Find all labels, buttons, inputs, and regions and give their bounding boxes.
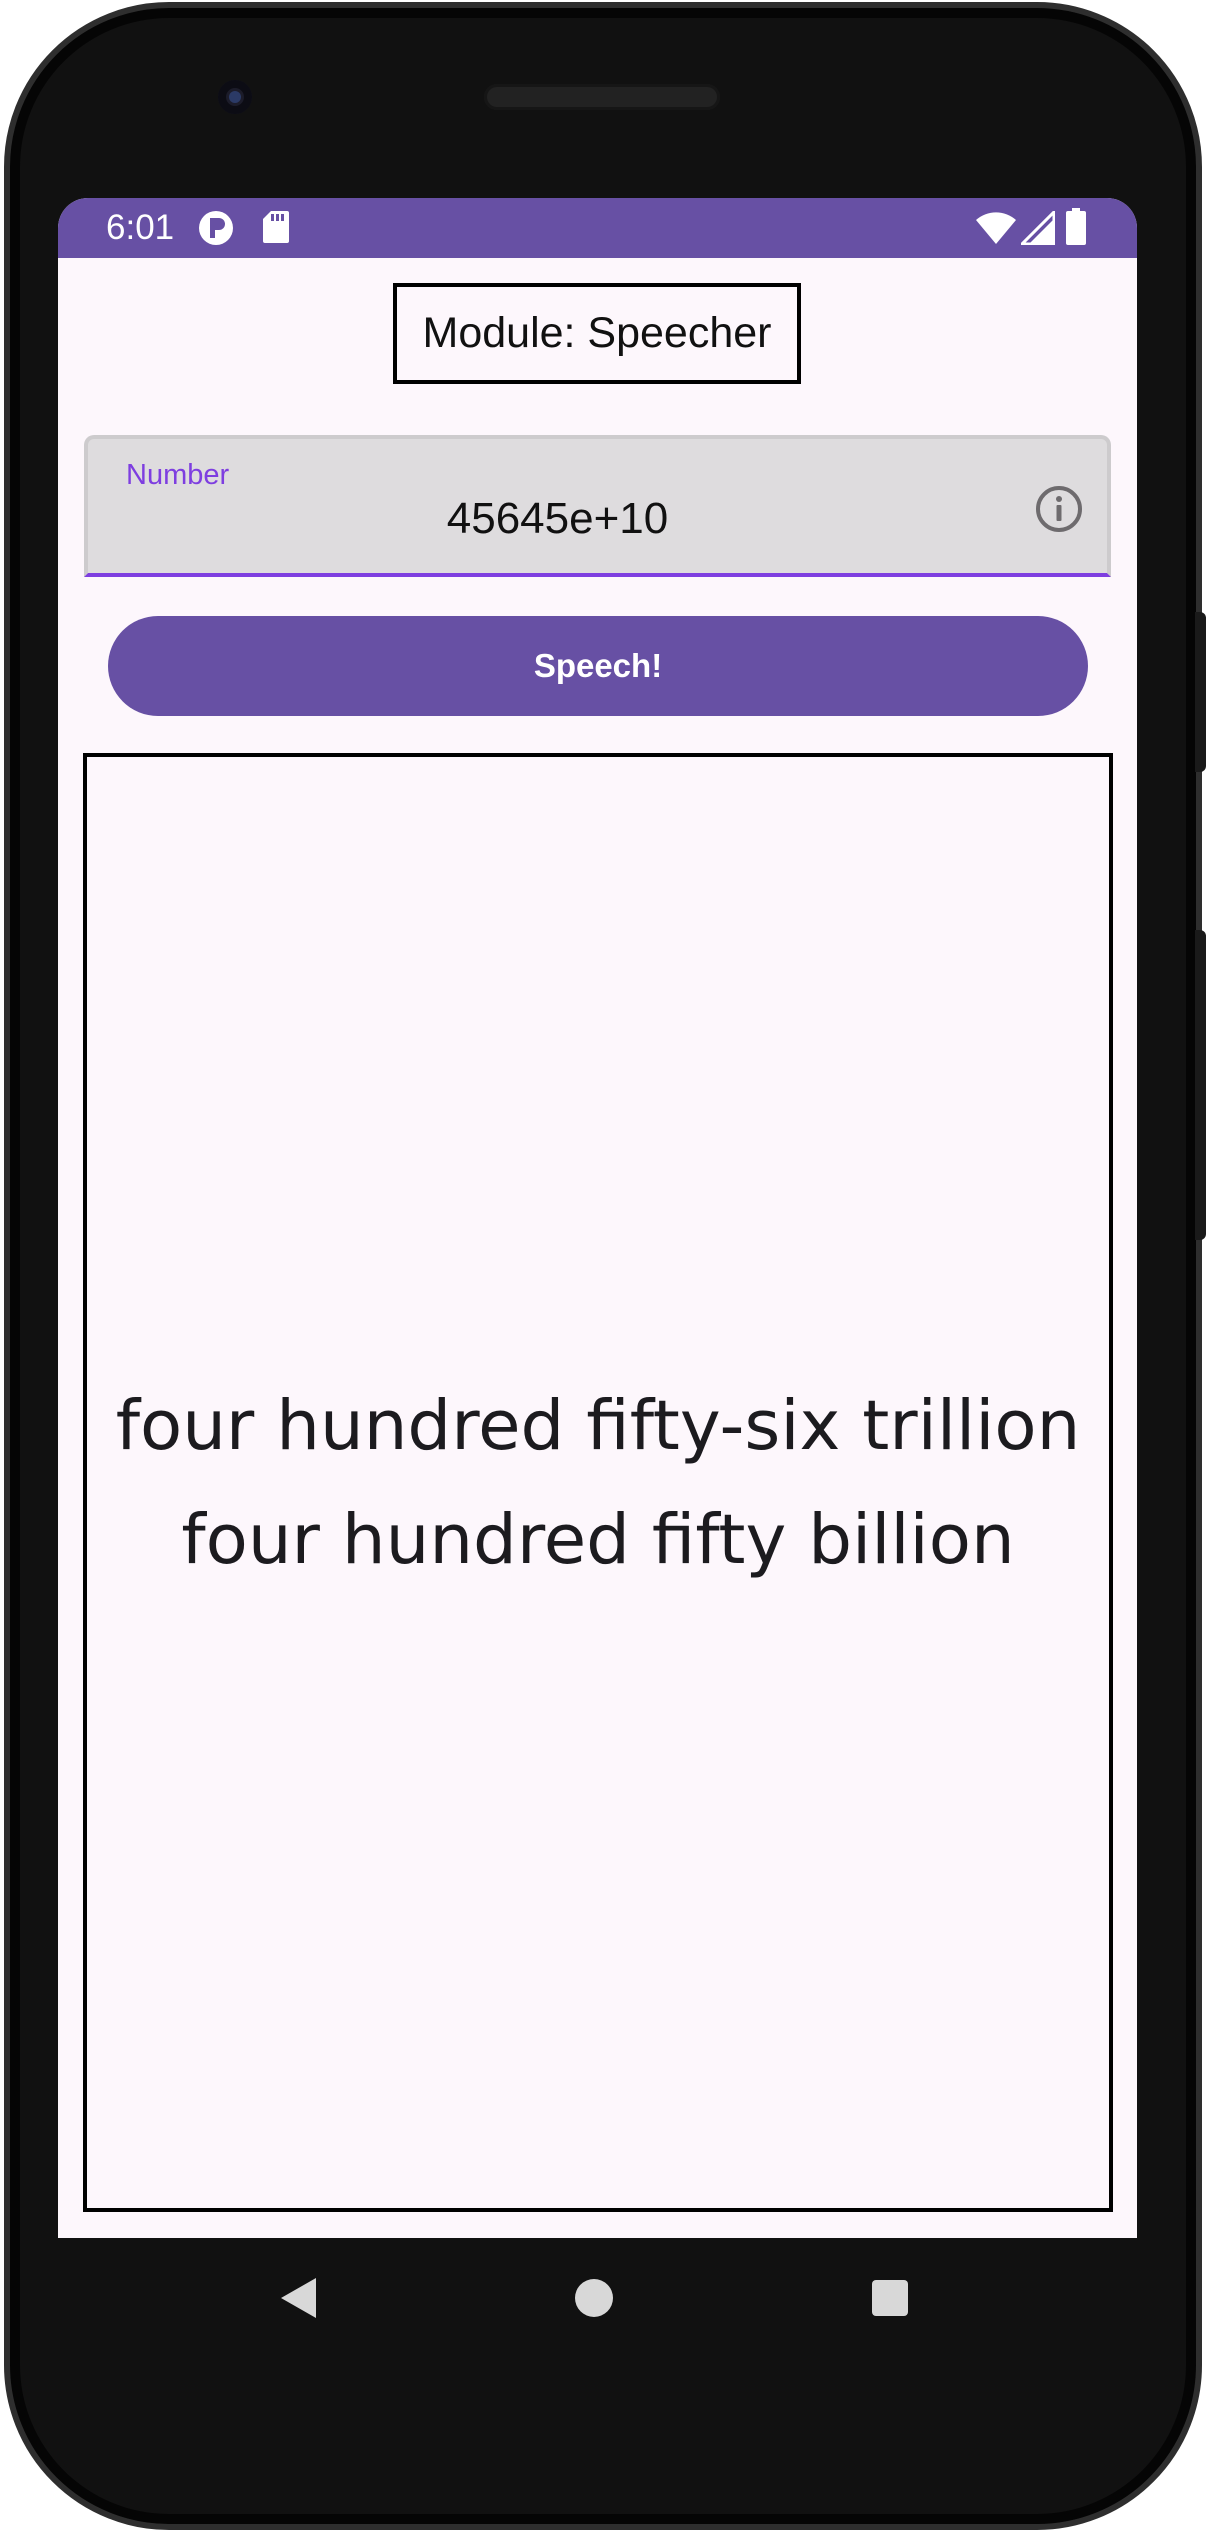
profile-badge-icon	[198, 210, 234, 251]
back-icon[interactable]	[238, 2238, 358, 2358]
power-button	[1195, 612, 1206, 772]
number-input[interactable]: 45645e+10	[88, 494, 1107, 544]
home-icon[interactable]	[534, 2238, 654, 2358]
front-camera	[218, 80, 252, 114]
status-time: 6:01	[106, 208, 175, 247]
screen: 6:01 Module: Speecher Number 45645e+10 S…	[58, 198, 1137, 2238]
app-title-box: Module: Speecher	[393, 283, 801, 384]
battery-icon	[1065, 208, 1087, 251]
volume-button	[1195, 930, 1206, 1240]
number-input-field[interactable]: Number 45645e+10	[84, 435, 1111, 577]
cell-signal-icon	[1018, 208, 1056, 250]
speech-button[interactable]: Speech!	[108, 616, 1088, 716]
info-icon[interactable]	[1035, 485, 1083, 533]
output-text: four hundred fifty-six trillion four hun…	[115, 1385, 1081, 1580]
app-title: Module: Speecher	[422, 309, 772, 357]
output-panel: four hundred fifty-six trillion four hun…	[83, 753, 1113, 2212]
wifi-icon	[975, 211, 1017, 250]
status-bar: 6:01	[58, 198, 1137, 258]
recents-icon[interactable]	[830, 2238, 950, 2358]
navigation-bar	[58, 2238, 1137, 2358]
number-field-label: Number	[126, 459, 230, 491]
sd-card-icon	[262, 210, 290, 249]
earpiece-speaker	[484, 84, 720, 110]
